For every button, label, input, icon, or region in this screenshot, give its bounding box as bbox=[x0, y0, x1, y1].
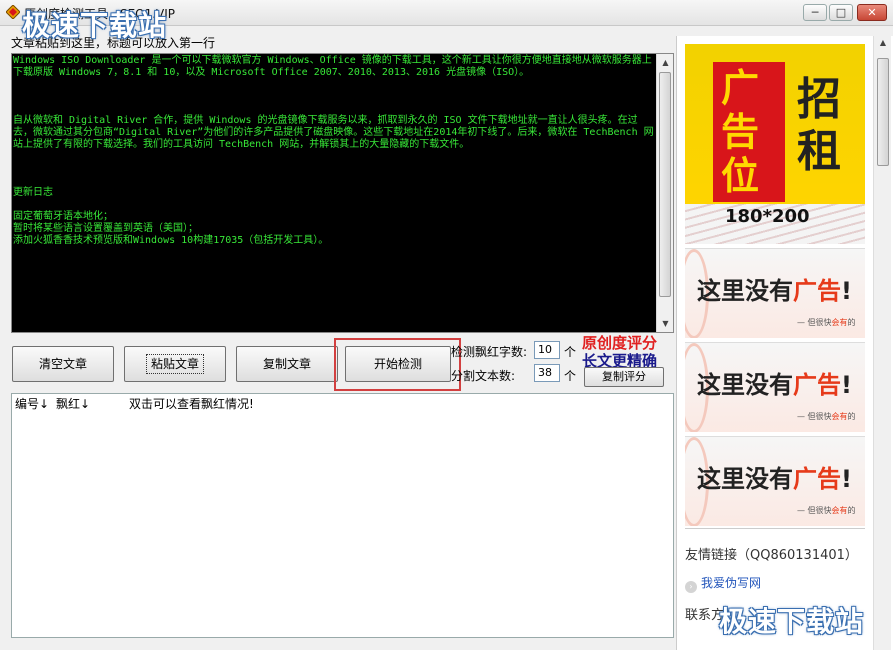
copy-article-button[interactable]: 复制文章 bbox=[236, 346, 338, 382]
scroll-up-icon[interactable]: ▲ bbox=[657, 54, 673, 71]
article-text: Windows ISO Downloader 是一个可以下载微软官方 Windo… bbox=[13, 55, 654, 246]
paste-article-label: 粘贴文章 bbox=[145, 354, 205, 374]
watermark-top: 极速下载站 bbox=[22, 9, 168, 42]
watermark-bottom: 极速下载站 bbox=[719, 605, 865, 638]
friend-links-title: 友情链接（QQ860131401） bbox=[685, 548, 858, 563]
results-hint: 双击可以查看飘红情况! bbox=[129, 397, 254, 411]
copy-score-button[interactable]: 复制评分 bbox=[584, 367, 664, 387]
friend-link-item[interactable]: › 我爱伪写网 bbox=[685, 574, 761, 593]
ad-size-label: 180*200 bbox=[725, 206, 810, 227]
paste-article-button[interactable]: 粘贴文章 bbox=[124, 346, 226, 382]
ad-sub-suffix: 的 bbox=[847, 506, 856, 515]
ad-suffix: ! bbox=[841, 277, 852, 305]
scroll-thumb[interactable] bbox=[659, 72, 671, 297]
split-count-label: 分割文本数: bbox=[451, 369, 516, 383]
ad-suffix: ! bbox=[841, 371, 852, 399]
ad-panel: 广 告 位 招 租 180*200 这里没有广告! — 但很快会有的 这里没有广… bbox=[676, 36, 893, 650]
ad-sub-red: 会有 bbox=[831, 318, 848, 327]
ad-small-sub: — 但很快会有的 bbox=[797, 317, 856, 328]
ad-sub-prefix: — 但很快 bbox=[797, 506, 832, 515]
highlight-frame bbox=[334, 338, 461, 391]
ad-banner-small-1[interactable]: 这里没有广告! — 但很快会有的 bbox=[685, 248, 865, 338]
ad-red-word: 广告 bbox=[793, 371, 841, 399]
ad-small-text: 这里没有广告! bbox=[697, 271, 852, 306]
app-icon bbox=[6, 5, 20, 19]
minimize-button[interactable]: ─ bbox=[803, 4, 827, 21]
link-bullet-icon: › bbox=[685, 581, 697, 593]
scroll-down-icon[interactable]: ▼ bbox=[657, 315, 673, 332]
ad-small-sub: — 但很快会有的 bbox=[797, 411, 856, 422]
ad-prefix: 这里没有 bbox=[697, 465, 793, 493]
ad-main-text-2: 招 租 bbox=[797, 74, 841, 177]
ad-sub-red: 会有 bbox=[831, 506, 848, 515]
results-list[interactable]: 编号↓ 飘红↓ 双击可以查看飘红情况! bbox=[11, 393, 674, 638]
close-button[interactable]: ✕ bbox=[857, 4, 887, 21]
ad-main-text-1: 广 告 位 bbox=[721, 65, 760, 198]
red-count-input[interactable]: 10 bbox=[534, 341, 560, 359]
ad-sub-red: 会有 bbox=[831, 412, 848, 421]
friend-link-label[interactable]: 我爱伪写网 bbox=[701, 576, 761, 590]
maximize-button[interactable]: □ bbox=[829, 4, 853, 21]
ad-banner-small-2[interactable]: 这里没有广告! — 但很快会有的 bbox=[685, 342, 865, 432]
ad-divider bbox=[685, 528, 865, 529]
clear-article-button[interactable]: 清空文章 bbox=[12, 346, 114, 382]
scroll-up-icon[interactable]: ▲ bbox=[874, 38, 892, 47]
ad-small-sub: — 但很快会有的 bbox=[797, 505, 856, 516]
article-scrollbar[interactable]: ▲ ▼ bbox=[656, 54, 673, 332]
ad-suffix: ! bbox=[841, 465, 852, 493]
article-textarea[interactable]: Windows ISO Downloader 是一个可以下载微软官方 Windo… bbox=[11, 53, 674, 333]
ad-small-text: 这里没有广告! bbox=[697, 365, 852, 400]
scroll-thumb[interactable] bbox=[877, 58, 889, 166]
ad-sub-prefix: — 但很快 bbox=[797, 318, 832, 327]
ad-panel-scrollbar[interactable]: ▲ bbox=[873, 36, 891, 650]
red-count-unit: 个 bbox=[564, 345, 577, 359]
ad-prefix: 这里没有 bbox=[697, 371, 793, 399]
column-red[interactable]: 飘红↓ bbox=[56, 395, 90, 412]
ad-red-word: 广告 bbox=[793, 277, 841, 305]
split-count-unit: 个 bbox=[564, 369, 577, 383]
split-count-input[interactable]: 38 bbox=[534, 364, 560, 382]
ad-banner-main[interactable]: 广 告 位 招 租 180*200 bbox=[685, 44, 865, 244]
ad-red-word: 广告 bbox=[793, 465, 841, 493]
ad-sub-prefix: — 但很快 bbox=[797, 412, 832, 421]
ad-sub-suffix: 的 bbox=[847, 412, 856, 421]
column-id[interactable]: 编号↓ bbox=[15, 395, 49, 412]
ad-sub-suffix: 的 bbox=[847, 318, 856, 327]
ad-prefix: 这里没有 bbox=[697, 277, 793, 305]
ad-small-text: 这里没有广告! bbox=[697, 459, 852, 494]
red-count-label: 检测飘红字数: bbox=[451, 345, 528, 359]
ad-banner-small-3[interactable]: 这里没有广告! — 但很快会有的 bbox=[685, 436, 865, 526]
